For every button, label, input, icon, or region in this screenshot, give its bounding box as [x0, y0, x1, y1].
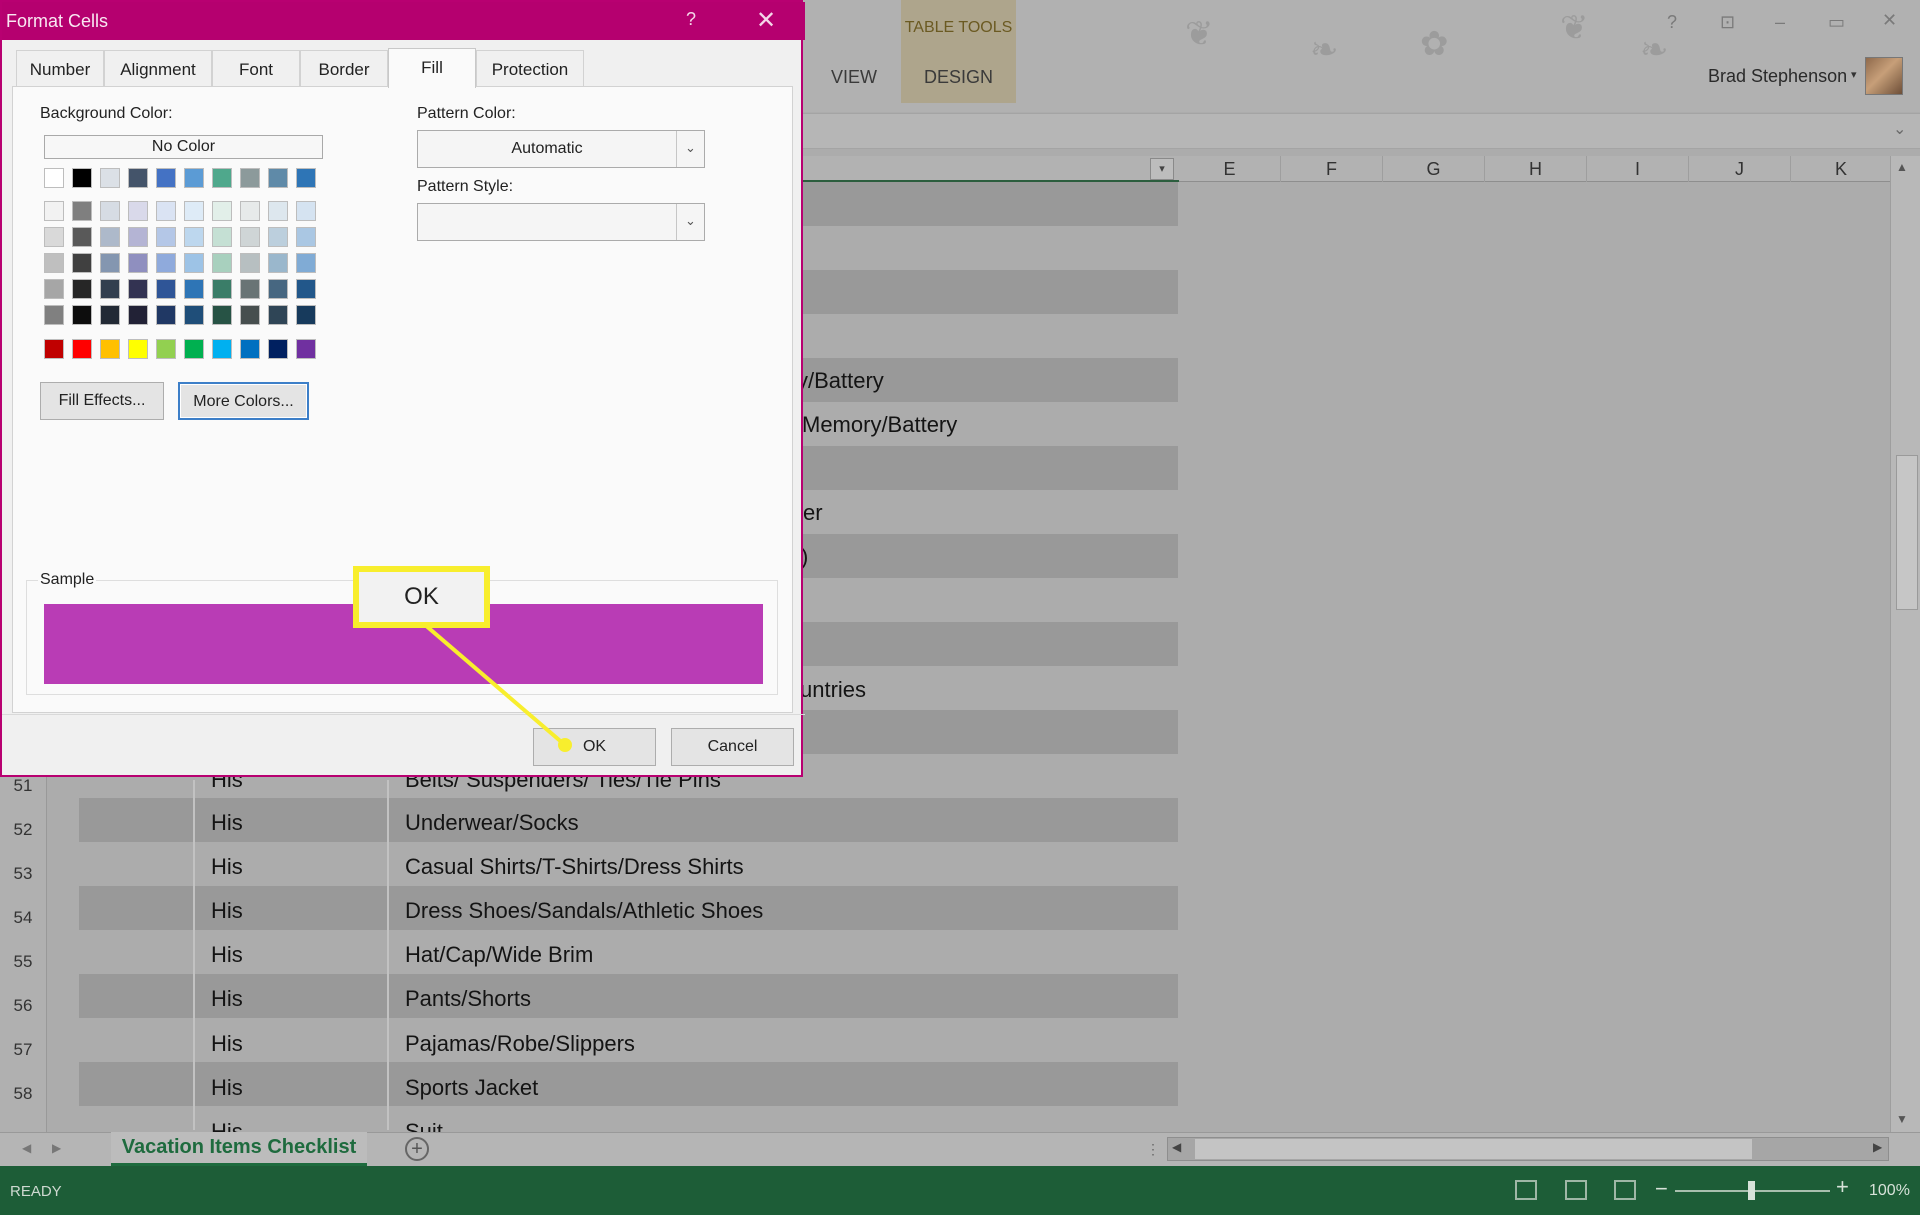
zoom-level[interactable]: 100%: [1869, 1182, 1910, 1200]
column-header-h[interactable]: H: [1485, 156, 1587, 182]
page-layout-view-icon[interactable]: [1565, 1180, 1587, 1200]
column-header-k[interactable]: K: [1791, 156, 1891, 182]
maximize-icon[interactable]: ▭: [1828, 12, 1845, 33]
column-header-i[interactable]: I: [1587, 156, 1689, 182]
bird-decoration-icon: ❧: [1310, 31, 1339, 69]
column-header-f[interactable]: F: [1281, 156, 1383, 182]
table-cell-category[interactable]: His: [211, 801, 243, 845]
table-cell[interactable]: Memory/Battery: [802, 403, 957, 447]
page-break-view-icon[interactable]: [1614, 1180, 1636, 1200]
window-close-icon[interactable]: ✕: [1882, 10, 1897, 31]
column-divider: [387, 780, 389, 1130]
table-cell-category[interactable]: His: [211, 977, 243, 1021]
leaf-decoration-icon: ❧: [1640, 31, 1669, 69]
table-row-band: [79, 798, 1178, 842]
zoom-in-icon[interactable]: +: [1836, 1174, 1849, 1200]
column-divider: [193, 780, 195, 1130]
avatar[interactable]: [1865, 57, 1903, 95]
tab-view[interactable]: VIEW: [831, 67, 877, 88]
branch-decoration-icon: ✿: [1420, 25, 1449, 63]
scroll-left-icon[interactable]: ◀: [1172, 1140, 1181, 1154]
callout-pointer-line: [422, 622, 567, 747]
ribbon-display-options-icon[interactable]: ⊡: [1720, 12, 1735, 33]
expand-formula-bar-icon[interactable]: ⌄: [1893, 119, 1906, 139]
row-header[interactable]: 56: [0, 974, 46, 1018]
scroll-right-icon[interactable]: ▶: [1873, 1140, 1882, 1154]
table-cell-item[interactable]: Casual Shirts/T-Shirts/Dress Shirts: [405, 845, 744, 889]
table-cell-item[interactable]: Pants/Shorts: [405, 977, 531, 1021]
minimize-icon[interactable]: –: [1775, 12, 1785, 33]
user-menu-caret-icon[interactable]: ▾: [1851, 68, 1857, 81]
ribbon-help-icon[interactable]: ?: [1667, 12, 1677, 33]
table-tools-label: TABLE TOOLS: [904, 19, 1013, 36]
column-header-e[interactable]: E: [1179, 156, 1281, 182]
zoom-out-icon[interactable]: −: [1655, 1176, 1668, 1202]
table-cell[interactable]: er: [803, 491, 823, 535]
row-header[interactable]: 54: [0, 886, 46, 930]
table-cell-item[interactable]: Dress Shoes/Sandals/Athletic Shoes: [405, 889, 763, 933]
column-header-g[interactable]: G: [1383, 156, 1485, 182]
callout-pointer-dot: [558, 738, 572, 752]
tab-design[interactable]: DESIGN: [901, 67, 1016, 88]
row-header[interactable]: 55: [0, 930, 46, 974]
table-row-band: [79, 974, 1178, 1018]
column-header-j[interactable]: J: [1689, 156, 1791, 182]
table-cell-category[interactable]: His: [211, 1110, 243, 1132]
filter-dropdown-icon[interactable]: ▾: [1150, 158, 1174, 180]
leaf-decoration-icon: ❦: [1185, 15, 1214, 53]
table-row-band: [79, 1062, 1178, 1106]
sheet-nav-right-icon[interactable]: ▶: [52, 1141, 61, 1155]
table-cell-category[interactable]: His: [211, 1066, 243, 1110]
row-header[interactable]: 53: [0, 842, 46, 886]
table-cell[interactable]: untries: [800, 668, 866, 712]
table-cell-category[interactable]: His: [211, 1022, 243, 1066]
table-header-cell[interactable]: [795, 156, 1179, 182]
table-cell-item[interactable]: Underwear/Socks: [405, 801, 579, 845]
sheet-tab-vacation-items-checklist[interactable]: Vacation Items Checklist: [111, 1132, 367, 1166]
row-header[interactable]: 58: [0, 1062, 46, 1106]
vertical-scroll-thumb[interactable]: [1896, 455, 1918, 610]
normal-view-icon[interactable]: [1515, 1180, 1537, 1200]
table-cell[interactable]: y/Battery: [797, 359, 884, 403]
ok-callout-label: OK: [353, 566, 490, 628]
sheet-nav-left-icon[interactable]: ◀: [22, 1141, 31, 1155]
scroll-down-icon[interactable]: ▼: [1896, 1112, 1908, 1126]
add-sheet-icon[interactable]: +: [405, 1137, 429, 1161]
status-text: READY: [10, 1183, 62, 1200]
table-cell-item[interactable]: Sports Jacket: [405, 1066, 538, 1110]
horizontal-scroll-thumb[interactable]: [1195, 1139, 1752, 1159]
table-cell-category[interactable]: His: [211, 889, 243, 933]
row-header[interactable]: 52: [0, 798, 46, 842]
table-cell-item[interactable]: Pajamas/Robe/Slippers: [405, 1022, 635, 1066]
zoom-slider-thumb[interactable]: [1748, 1181, 1755, 1200]
row-header[interactable]: 57: [0, 1018, 46, 1062]
table-cell-category[interactable]: His: [211, 845, 243, 889]
leaf-decoration-icon: ❦: [1560, 9, 1589, 47]
table-tools-group: TABLE TOOLS DESIGN: [901, 0, 1016, 103]
vertical-scrollbar[interactable]: [1890, 156, 1920, 1134]
table-cell-item[interactable]: Suit: [405, 1110, 443, 1132]
user-name[interactable]: Brad Stephenson: [1708, 66, 1847, 87]
table-cell-category[interactable]: His: [211, 933, 243, 977]
table-cell-item[interactable]: Hat/Cap/Wide Brim: [405, 933, 593, 977]
scroll-up-icon[interactable]: ▲: [1896, 160, 1908, 174]
tab-split-handle-icon[interactable]: ⋮: [1146, 1141, 1160, 1158]
